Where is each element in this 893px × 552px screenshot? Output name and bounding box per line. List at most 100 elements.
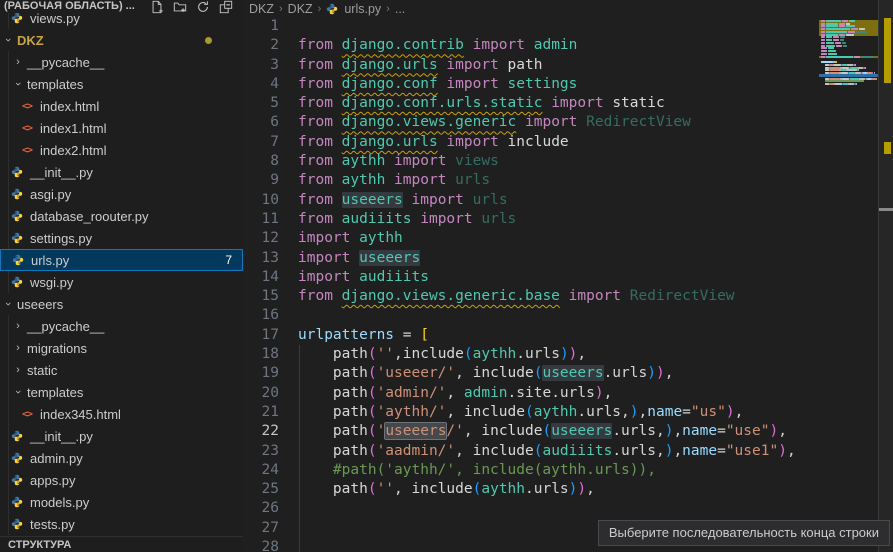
outline-section-header[interactable]: СТРУКТУРА xyxy=(0,536,243,552)
python-file-icon xyxy=(10,452,24,464)
code-line[interactable]: path('useeer/', include(useeers.urls)), xyxy=(298,364,818,383)
refresh-icon[interactable] xyxy=(196,0,210,14)
modified-dot-badge xyxy=(205,37,212,44)
overview-ruler-mark xyxy=(884,142,891,154)
breadcrumb-item[interactable]: ... xyxy=(395,2,405,16)
breadcrumb-item[interactable]: DKZ xyxy=(288,2,313,16)
tree-item-static[interactable]: ›static xyxy=(0,359,243,381)
code-line[interactable]: from django.conf import settings xyxy=(298,75,818,94)
code-line[interactable]: from django.conf.urls.static import stat… xyxy=(298,94,818,113)
tree-item-label: migrations xyxy=(27,341,87,356)
tree-item-asgi-py[interactable]: asgi.py xyxy=(0,183,243,205)
html-file-icon: <> xyxy=(20,101,34,112)
tree-item-index345-html[interactable]: <>index345.html xyxy=(0,403,243,425)
tree-item-label: apps.py xyxy=(30,473,76,488)
tree-item-label: models.py xyxy=(30,495,89,510)
new-folder-icon[interactable] xyxy=(173,0,187,14)
line-number: 14 xyxy=(243,268,279,287)
breadcrumb-item[interactable]: urls.py xyxy=(344,2,381,16)
line-number: 18 xyxy=(243,345,279,364)
breadcrumb-item[interactable]: DKZ xyxy=(249,2,274,16)
python-file-icon xyxy=(10,166,24,178)
code-line[interactable]: path('',include(aythh.urls)), xyxy=(298,345,818,364)
python-file-icon xyxy=(10,496,24,508)
code-line[interactable] xyxy=(298,17,818,36)
code-line[interactable] xyxy=(298,306,818,325)
code-line[interactable]: from django.views.generic.base import Re… xyxy=(298,287,818,306)
tree-item-useeers[interactable]: ›useeers xyxy=(0,293,243,315)
tree-item-database-roouter-py[interactable]: database_roouter.py xyxy=(0,205,243,227)
python-file-icon xyxy=(10,276,24,288)
python-file-icon xyxy=(10,188,24,200)
code-line[interactable]: from audiiits import urls xyxy=(298,210,818,229)
python-file-icon xyxy=(10,210,24,222)
tree-item-apps-py[interactable]: apps.py xyxy=(0,469,243,491)
code-line[interactable]: from django.contrib import admin xyxy=(298,36,818,55)
tree-item--pycache-[interactable]: ›__pycache__ xyxy=(0,315,243,337)
tree-item-settings-py[interactable]: settings.py xyxy=(0,227,243,249)
tree-item-urls-py[interactable]: urls.py7 xyxy=(0,249,243,271)
html-file-icon: <> xyxy=(20,123,34,134)
code-content[interactable]: from django.contrib import adminfrom dja… xyxy=(298,17,818,552)
tree-item--pycache-[interactable]: ›__pycache__ xyxy=(0,51,243,73)
new-file-icon[interactable] xyxy=(150,0,164,14)
tree-item-index-html[interactable]: <>index.html xyxy=(0,95,243,117)
minimap-line xyxy=(819,91,879,94)
code-line[interactable]: from django.views.generic import Redirec… xyxy=(298,113,818,132)
tree-item-label: templates xyxy=(27,77,83,92)
code-line[interactable]: #path('aythh/', include(aythh.urls)), xyxy=(298,461,818,480)
code-line[interactable]: from aythh import views xyxy=(298,152,818,171)
code-line[interactable]: from aythh import urls xyxy=(298,171,818,190)
line-number: 3 xyxy=(243,56,279,75)
code-line[interactable]: from useeers import urls xyxy=(298,191,818,210)
tree-item-label: __init__.py xyxy=(30,429,93,444)
tree-item-migrations[interactable]: ›migrations xyxy=(0,337,243,359)
tree-item-label: admin.py xyxy=(30,451,83,466)
tree-item-tests-py[interactable]: tests.py xyxy=(0,513,243,535)
tree-item-index2-html[interactable]: <>index2.html xyxy=(0,139,243,161)
chevron-right-icon: › xyxy=(12,320,24,332)
explorer-header: (РАБОЧАЯ ОБЛАСТЬ) ... xyxy=(0,0,243,13)
problems-count-badge: 7 xyxy=(225,253,232,267)
chevron-down-icon: › xyxy=(2,34,14,46)
line-number: 26 xyxy=(243,499,279,518)
tree-item--init-py[interactable]: __init__.py xyxy=(0,425,243,447)
code-line[interactable]: from django.urls import include xyxy=(298,133,818,152)
code-line[interactable]: path('admin/', admin.site.urls), xyxy=(298,384,818,403)
line-number: 12 xyxy=(243,229,279,248)
chevron-right-icon: › xyxy=(12,342,24,354)
code-line[interactable]: path('useeers/', include(useeers.urls,),… xyxy=(298,422,818,441)
explorer-title: (РАБОЧАЯ ОБЛАСТЬ) ... xyxy=(4,0,150,12)
tree-item-templates[interactable]: ›templates xyxy=(0,381,243,403)
code-line[interactable]: path('aythh/', include(aythh.urls,),name… xyxy=(298,403,818,422)
code-area[interactable]: 1234567891011121314151617181920212223242… xyxy=(243,17,818,552)
outline-section-label: СТРУКТУРА xyxy=(8,539,71,551)
code-line[interactable]: urlpatterns = [ xyxy=(298,326,818,345)
code-line[interactable]: from django.urls import path xyxy=(298,56,818,75)
code-line[interactable]: import audiiits xyxy=(298,268,818,287)
tree-item-label: database_roouter.py xyxy=(30,209,149,224)
code-line[interactable] xyxy=(298,499,818,518)
python-file-icon xyxy=(326,3,338,15)
breadcrumb: DKZ›DKZ›urls.py›... xyxy=(243,0,893,17)
tree-item-admin-py[interactable]: admin.py xyxy=(0,447,243,469)
tree-item-label: settings.py xyxy=(30,231,92,246)
collapse-all-icon[interactable] xyxy=(219,0,233,14)
line-number: 17 xyxy=(243,326,279,345)
code-line[interactable]: import aythh xyxy=(298,229,818,248)
line-number: 25 xyxy=(243,480,279,499)
tree-item-templates[interactable]: ›templates xyxy=(0,73,243,95)
code-line[interactable]: path('aadmin/', include(audiiits.urls,),… xyxy=(298,442,818,461)
chevron-down-icon: › xyxy=(12,78,24,90)
tree-item-wsgi-py[interactable]: wsgi.py xyxy=(0,271,243,293)
tree-item-index1-html[interactable]: <>index1.html xyxy=(0,117,243,139)
tree-item-label: tests.py xyxy=(30,517,75,532)
python-file-icon xyxy=(10,474,24,486)
tree-item-models-py[interactable]: models.py xyxy=(0,491,243,513)
code-line[interactable]: import useeers xyxy=(298,249,818,268)
tree-item--init-py[interactable]: __init__.py xyxy=(0,161,243,183)
code-line[interactable]: path('', include(aythh.urls)), xyxy=(298,480,818,499)
scrollbar-overview-ruler[interactable] xyxy=(878,0,893,552)
minimap[interactable] xyxy=(819,17,879,552)
tree-item-dkz[interactable]: ›DKZ xyxy=(0,29,243,51)
